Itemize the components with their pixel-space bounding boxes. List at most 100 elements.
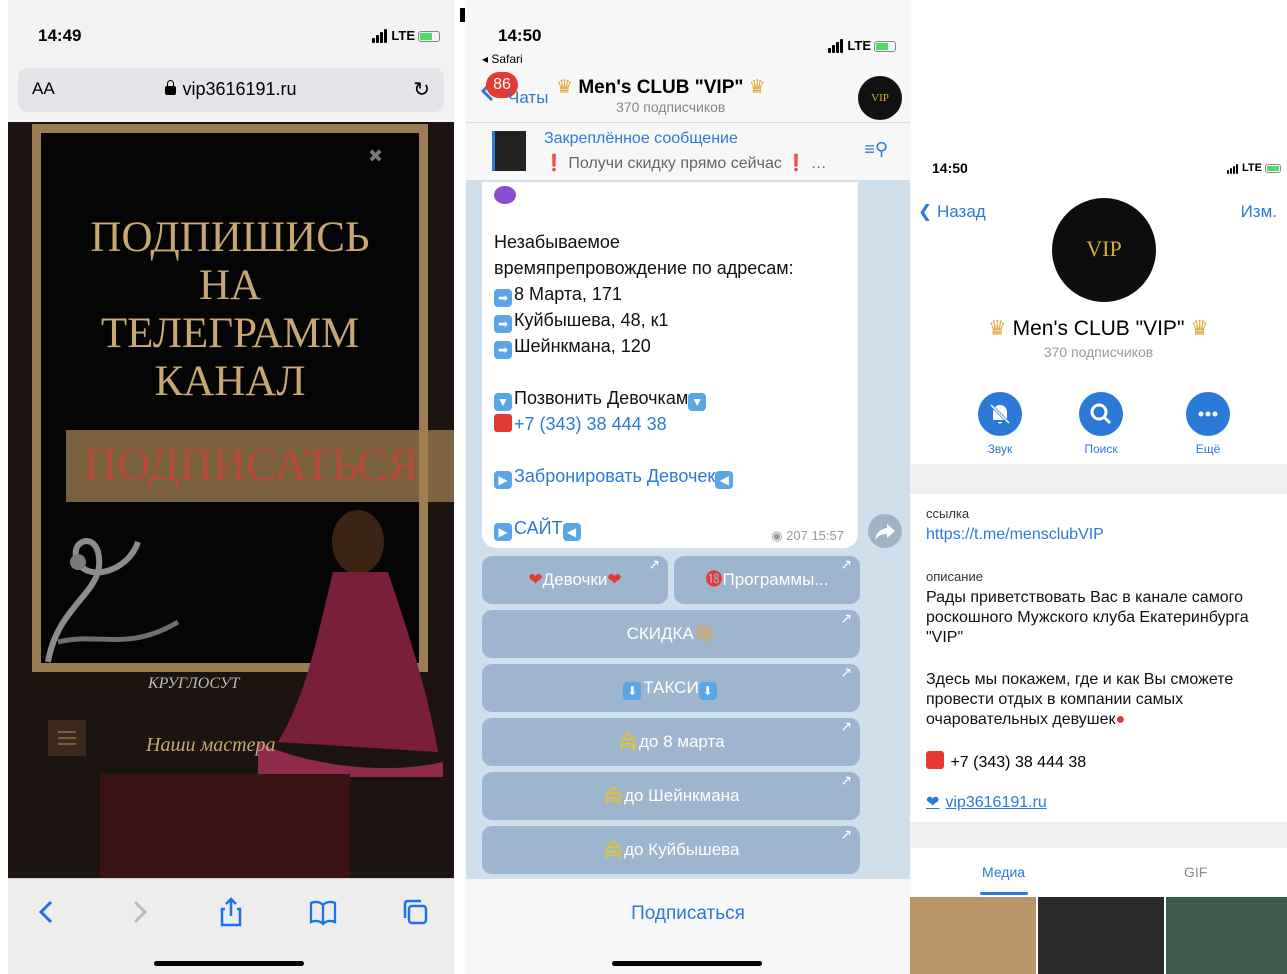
url-text: vip3616191.ru <box>182 79 297 99</box>
external-arrow-icon: ↗ <box>648 556 660 572</box>
status-time: 14:50 <box>932 160 968 176</box>
back-to-safari-link[interactable]: ◂ Safari <box>482 52 523 66</box>
pin-list-icon[interactable]: ≡⚲ <box>864 139 888 160</box>
lock-icon <box>165 80 177 95</box>
forward-icon[interactable] <box>868 514 902 548</box>
phone-link[interactable]: +7 (343) 38 444 38 <box>494 414 667 435</box>
heart-icon: ❤ <box>926 794 940 811</box>
taxi-icon: 🚖︎ <box>602 786 625 805</box>
chevron-left-icon: ❮ <box>918 202 933 221</box>
taxi-icon: 🚖︎ <box>617 732 640 751</box>
address-bar[interactable]: AA vip3616191.ru ↻ <box>18 68 444 112</box>
section-separator <box>910 464 1287 494</box>
tabs-icon[interactable] <box>400 897 430 927</box>
crown-icon: ♛ <box>1190 317 1210 340</box>
play-right-icon: ▶ <box>494 471 512 489</box>
strawberry-icon: ● <box>1115 711 1126 728</box>
arrow-right-icon: ➡ <box>494 341 512 359</box>
message-text: Незабываемое <box>494 232 620 252</box>
safari-toolbar <box>8 878 454 974</box>
site-link[interactable]: ▶ САЙТ ◀ <box>494 518 583 541</box>
more-action[interactable]: Ещё <box>1178 392 1238 456</box>
channel-name: ♛ Men's CLUB "VIP" ♛ <box>987 317 1210 340</box>
reload-icon[interactable]: ↻ <box>413 77 430 102</box>
pinned-title: Закреплённое сообщение <box>544 130 738 147</box>
channel-title[interactable]: ♛ Men's CLUB "VIP" ♛ <box>556 76 856 99</box>
ornament-image <box>45 538 180 663</box>
active-tab-indicator <box>980 892 1028 895</box>
keyboard-button-taxi-kuibysheva[interactable]: 🚖︎до Куйбышева ↗ <box>482 826 860 874</box>
pinned-message-bar[interactable]: Закреплённое сообщение ❗ Получи скидку п… <box>466 122 910 180</box>
keyboard-button-taxi[interactable]: ⬇ ТАКСИ ⬇ ↗ <box>482 664 860 712</box>
pinned-thumbnail <box>492 131 526 171</box>
status-bar: 14:49 LTE <box>38 26 440 50</box>
eye-icon: ◉ <box>771 528 783 543</box>
channel-avatar[interactable]: VIP <box>858 76 902 120</box>
back-button[interactable]: Чаты <box>508 88 548 108</box>
keyboard-button-taxi-8-marta[interactable]: 🚖︎до 8 марта ↗ <box>482 718 860 766</box>
age-18-icon: ⓲ <box>705 570 723 589</box>
home-indicator <box>612 961 762 966</box>
crown-icon: ♛ <box>987 317 1007 340</box>
external-arrow-icon: ↗ <box>840 718 852 734</box>
forward-icon[interactable] <box>124 897 154 927</box>
telegram-chat-screen: 14:50 ◂ Safari LTE 86 Чаты ♛ Men's CLUB … <box>466 0 910 974</box>
media-thumbnail[interactable] <box>1038 897 1164 974</box>
tab-media[interactable]: Медиа <box>982 864 1025 880</box>
search-icon <box>1079 392 1123 436</box>
phone-icon <box>494 414 512 432</box>
arrow-right-icon: ➡ <box>494 289 512 307</box>
close-icon[interactable]: ✖ <box>368 146 383 167</box>
keyboard-button-taxi-sheinkmana[interactable]: 🚖︎до Шейнкмана ↗ <box>482 772 860 820</box>
arrow-down-icon: ⬇ <box>698 682 717 700</box>
search-action[interactable]: Поиск <box>1071 392 1131 456</box>
status-time: 14:50 <box>498 26 542 45</box>
message-meta: ◉ 207 15:57 <box>771 528 844 543</box>
masters-link[interactable]: Наши мастера <box>146 734 276 757</box>
description-text: Рады приветствовать Вас в канале самого … <box>926 589 1249 646</box>
description-label: описание <box>926 569 983 584</box>
arrow-down-icon: ▼ <box>494 393 512 411</box>
share-icon[interactable] <box>216 897 246 927</box>
signal-bars-icon <box>828 38 844 53</box>
bell-slash-icon <box>978 392 1022 436</box>
subscribe-button[interactable]: Подписаться <box>466 903 910 925</box>
address-line: ➡ Шейнкмана, 120 <box>494 336 651 359</box>
more-dots-icon <box>1186 392 1230 436</box>
tab-gif[interactable]: GIF <box>1184 864 1207 880</box>
divider <box>460 8 465 22</box>
chat-bottom-bar: Подписаться <box>466 878 910 974</box>
external-arrow-icon: ↗ <box>840 826 852 842</box>
crown-icon: ♛ <box>556 77 574 98</box>
external-arrow-icon: ↗ <box>840 664 852 680</box>
keyboard-button-programs[interactable]: ⓲Программы... ↗ <box>674 556 860 604</box>
address-line: ➡ 8 Марта, 171 <box>494 284 622 307</box>
status-time: 14:49 <box>38 26 82 45</box>
crown-icon: ♛ <box>748 77 766 98</box>
channel-link[interactable]: https://t.me/mensclubVIP <box>926 526 1104 544</box>
media-thumbnail[interactable] <box>910 897 1036 974</box>
menu-icon[interactable] <box>48 720 86 756</box>
chat-header: 14:50 ◂ Safari LTE 86 Чаты ♛ Men's CLUB … <box>466 0 910 122</box>
booking-link[interactable]: ▶ Забронировать Девочек ◀ <box>494 466 735 489</box>
keyboard-button-girls[interactable]: ❤Девочки❤ ↗ <box>482 556 668 604</box>
heart-icon: ❤ <box>528 570 543 589</box>
edit-button[interactable]: Изм. <box>1241 202 1277 222</box>
address-line: ➡ Куйбышева, 48, к1 <box>494 310 669 333</box>
message-bubble: Незабываемое времяпрепровождение по адре… <box>482 182 858 548</box>
exclamation-icon: ❗ <box>786 155 807 172</box>
back-button[interactable]: ❮ Назад <box>918 202 986 222</box>
keyboard-button-discount[interactable]: СКИДКА🎁︎ ↗ <box>482 610 860 658</box>
telegram-profile-screen: 14:50 LTE ❮ Назад Изм. VIP ♛ Men's CLUB … <box>910 0 1287 974</box>
subscribers-count: 370 подписчиков <box>616 99 726 115</box>
mute-action[interactable]: Звук <box>970 392 1030 456</box>
phone-line[interactable]: +7 (343) 38 444 38 <box>926 751 1086 772</box>
bookmarks-icon[interactable] <box>308 897 338 927</box>
gallery-image <box>100 774 350 878</box>
media-thumbnail[interactable] <box>1166 897 1287 974</box>
popup-headline: ПОДПИШИСЬ НА ТЕЛЕГРАММ КАНАЛ <box>90 214 370 405</box>
back-icon[interactable] <box>32 897 62 927</box>
website-line[interactable]: ❤ vip3616191.ru <box>926 792 1047 812</box>
channel-avatar[interactable]: VIP <box>1052 198 1156 302</box>
section-separator <box>910 822 1287 848</box>
